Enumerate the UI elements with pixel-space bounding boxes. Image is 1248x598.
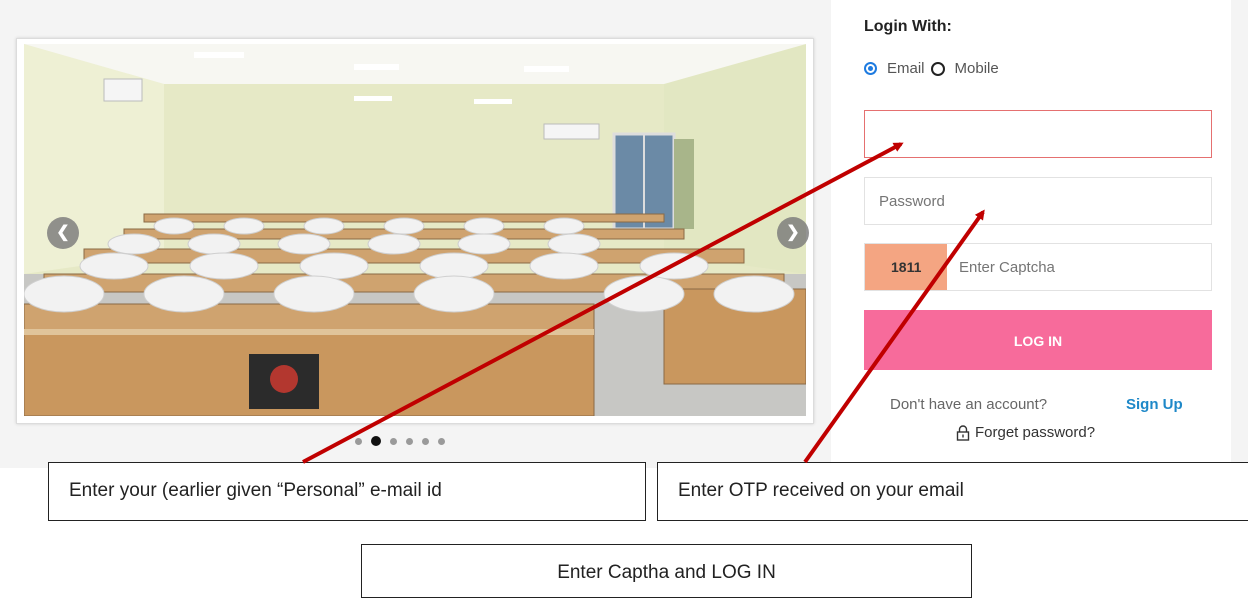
no-account-text: Don't have an account? (890, 396, 1048, 413)
slider-dot-active[interactable] (371, 436, 381, 446)
callout-captcha: Enter Captha and LOG IN (361, 544, 972, 598)
login-method-options: Email Mobile (864, 60, 999, 77)
next-slide-button[interactable]: ❯ (777, 217, 809, 249)
slider-dot[interactable] (422, 438, 429, 445)
image-carousel: ❮ ❯ (16, 38, 814, 424)
forget-password-link[interactable]: Forget password? (956, 424, 1095, 441)
mobile-radio-label[interactable]: Mobile (955, 60, 999, 77)
login-with-heading: Login With: (864, 18, 952, 35)
slider-dots (355, 436, 445, 448)
sign-up-link[interactable]: Sign Up (1126, 396, 1183, 413)
password-input[interactable] (864, 177, 1212, 225)
email-radio[interactable] (864, 62, 877, 75)
classroom-photo (24, 44, 806, 416)
callout-email: Enter your (earlier given “Personal” e-m… (48, 462, 646, 521)
mobile-radio[interactable] (930, 61, 945, 76)
captcha-code: 1811 (865, 244, 947, 290)
lock-icon (956, 424, 970, 441)
captcha-field: 1811 (864, 243, 1212, 291)
slider-dot[interactable] (438, 438, 445, 445)
email-radio-label[interactable]: Email (887, 60, 925, 77)
callout-otp: Enter OTP received on your email (657, 462, 1248, 521)
slider-dot[interactable] (355, 438, 362, 445)
login-button[interactable]: LOG IN (864, 310, 1212, 370)
slider-dot[interactable] (406, 438, 413, 445)
previous-slide-button[interactable]: ❮ (47, 217, 79, 249)
captcha-input[interactable] (947, 244, 1211, 290)
email-input[interactable] (864, 110, 1212, 158)
forget-password-label: Forget password? (975, 424, 1096, 441)
slider-dot[interactable] (390, 438, 397, 445)
